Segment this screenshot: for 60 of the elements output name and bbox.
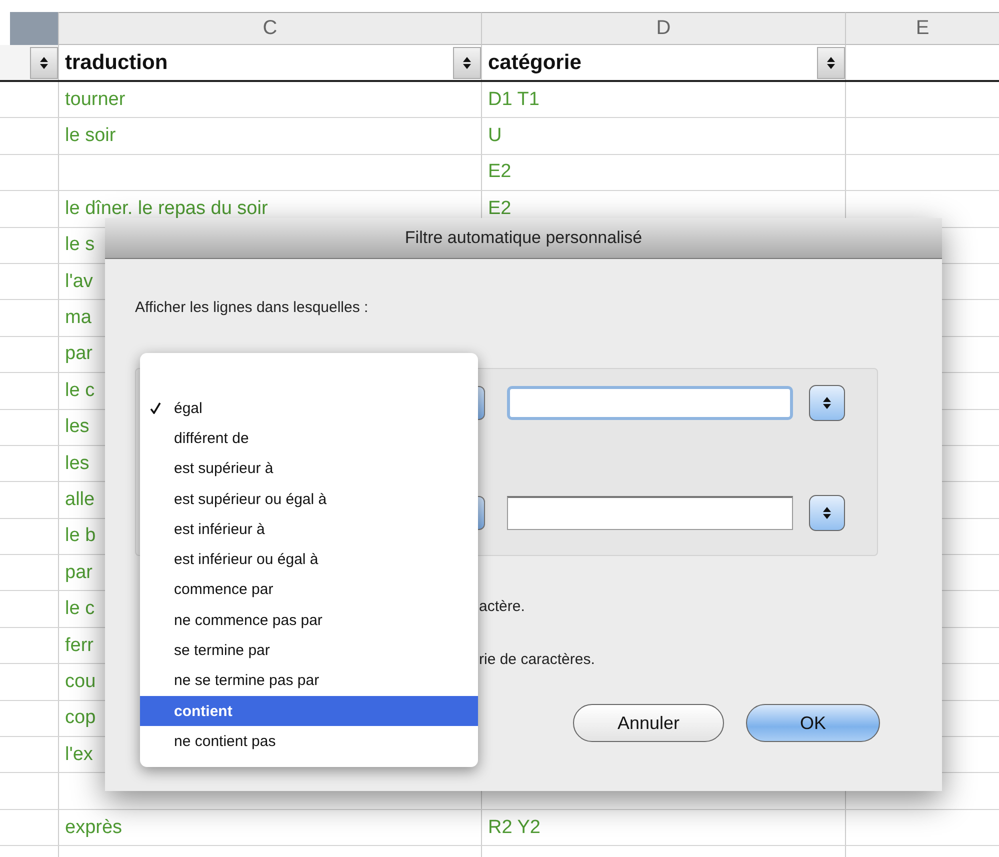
table-cell: ma (65, 307, 92, 330)
menu-item[interactable]: ne contient pas (140, 726, 478, 757)
ok-button[interactable]: OK (746, 704, 880, 742)
filter-button[interactable] (30, 46, 58, 78)
note-text: rie de caractères. (479, 651, 596, 668)
stepper-button[interactable] (809, 385, 845, 421)
table-cell: cou (65, 670, 96, 693)
table-cell: l'av (65, 270, 93, 293)
column-header[interactable]: C (58, 12, 481, 45)
note-text: actère. (479, 598, 526, 615)
table-cell: l'ex (65, 744, 93, 766)
table-cell: ferr (65, 634, 94, 657)
table-cell: tourner (65, 88, 126, 111)
menu-item[interactable]: est inférieur à (140, 514, 478, 544)
menu-item[interactable]: différent de (140, 423, 478, 454)
menu-item[interactable]: est supérieur à (140, 454, 478, 484)
checkmark-icon (150, 402, 161, 414)
cancel-button[interactable]: Annuler (573, 704, 724, 742)
menu-item[interactable]: se termine par (140, 635, 478, 666)
menu-item[interactable]: commence par (140, 574, 478, 606)
header-cell: catégorie (488, 50, 582, 74)
updown-arrows-icon (826, 56, 836, 70)
table-cell: le c (65, 380, 95, 402)
menu-item[interactable]: contient (140, 696, 478, 726)
menu-item[interactable]: est inférieur ou égal à (140, 544, 478, 575)
table-cell: D1 T1 (488, 88, 540, 111)
filter-button[interactable] (453, 46, 481, 78)
table-cell: R2 Y2 (488, 816, 540, 838)
prompt-text: Afficher les lignes dans lesquelles : (135, 299, 370, 316)
table-cell: le s (65, 234, 95, 256)
table-cell: par (65, 562, 92, 584)
menu-item[interactable]: est supérieur ou égal à (140, 484, 478, 514)
stepper-button[interactable] (809, 495, 845, 531)
table-cell: les (65, 452, 90, 475)
table-cell: E2 (488, 198, 512, 220)
menu-item[interactable]: égal (140, 393, 478, 424)
table-cell: le soir (65, 125, 116, 148)
updown-arrows-icon (822, 396, 832, 410)
table-cell: par (65, 343, 92, 366)
table-cell: le c (65, 598, 95, 620)
table-cell: le b (65, 525, 96, 548)
table-cell: les (65, 416, 90, 438)
updown-arrows-icon (822, 506, 832, 520)
table-cell: E2 (488, 161, 512, 184)
table-cell: alle (65, 488, 95, 511)
header-cell: traduction (65, 50, 168, 74)
table-cell: exprès (65, 816, 122, 838)
filter-button[interactable] (817, 46, 845, 78)
value-field[interactable] (507, 386, 793, 420)
table-cell: le dîner. le repas du soir (65, 198, 268, 220)
dialog-title: Filtre automatique personnalisé (105, 218, 942, 259)
table-cell: cop (65, 707, 96, 730)
updown-arrows-icon (462, 56, 472, 70)
updown-arrows-icon (39, 56, 49, 70)
column-header[interactable]: D (481, 12, 845, 45)
menu-item[interactable]: ne commence pas par (140, 605, 478, 636)
table-cell: U (488, 125, 502, 148)
value-field[interactable] (507, 496, 793, 530)
menu-item[interactable]: ne se termine pas par (140, 666, 478, 696)
column-header[interactable]: E (845, 12, 999, 45)
